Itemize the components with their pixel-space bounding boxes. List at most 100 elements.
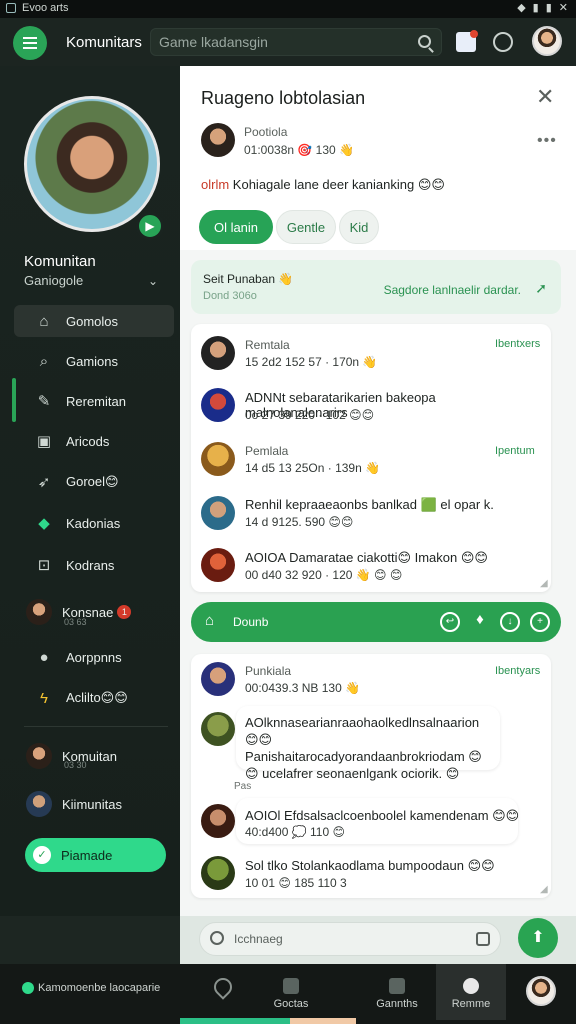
box-icon: ⊡: [37, 557, 51, 574]
post-text: olrlm Kohiagale lane deer kanianking 😊😊: [201, 177, 445, 192]
poster-meta: 01:0038n 🎯 130 👋: [244, 143, 354, 157]
message-avatar: [201, 856, 235, 890]
monitor-icon: ▣: [36, 433, 52, 450]
message-input[interactable]: Icchnaeg: [199, 922, 501, 956]
user-avatar: [26, 743, 52, 769]
bell-icon: ✎: [37, 393, 51, 410]
alert-badge: 1: [117, 605, 132, 619]
message-author: Pemlala: [245, 444, 289, 458]
card-icon: [283, 978, 299, 994]
sidebar-user-1[interactable]: Kiimunitas: [14, 784, 174, 824]
message-tag[interactable]: Ibentyars: [495, 665, 540, 677]
resize-handle-icon[interactable]: ◢: [540, 884, 548, 895]
chip-2[interactable]: Kid: [339, 210, 379, 244]
message-avatar: [201, 712, 235, 746]
battery-icon: ▮: [545, 2, 552, 14]
message-avatar: [201, 336, 235, 370]
sidebar-item-4[interactable]: ➶ Goroel😊: [14, 466, 174, 498]
add-icon[interactable]: +: [530, 612, 550, 632]
message-text: AOIOA Damaratae ciakotti😊 Imakon 😊😊: [245, 550, 488, 565]
reply-icon[interactable]: ↩: [440, 612, 460, 632]
message-author: Punkiala: [245, 664, 292, 678]
status-bar: Evoo arts ◆ ▮ ▮ ✕: [0, 0, 576, 18]
play-badge-icon[interactable]: ▶: [136, 212, 164, 240]
app-title: Komunitars: [66, 34, 142, 51]
color-strip: [290, 1018, 356, 1024]
tab-2[interactable]: Remme: [446, 978, 496, 1010]
message-tag[interactable]: Ibentxers: [495, 338, 540, 350]
sidebar-item-0[interactable]: ⌂ Gomolos: [14, 305, 174, 337]
search-field[interactable]: Game lkadansgin: [150, 28, 442, 56]
pinned-banner[interactable]: Seit Punaban 👋 Dond 306o Sagdore lanlnae…: [191, 260, 561, 314]
promo-button[interactable]: ✓ Piamade: [25, 838, 166, 872]
check-icon: ✓: [33, 846, 51, 864]
lock-icon: ⌂: [205, 612, 215, 629]
sidebar-item-6[interactable]: ⊡ Kodrans: [14, 549, 174, 581]
sidebar-item-7[interactable]: Konsnae 1: [14, 592, 174, 632]
message-meta: 00 d40 32 920 · 120 👋 😊 😊: [245, 568, 403, 582]
sidebar-item-3[interactable]: ▣ Aricods: [14, 425, 174, 457]
search-icon: ⌕: [39, 352, 49, 370]
sidebar-item-8[interactable]: ● Aorppnns: [14, 641, 174, 673]
close-icon[interactable]: ✕: [536, 84, 554, 110]
gamepad-icon: ◆: [38, 515, 50, 532]
online-dot: [22, 982, 34, 994]
message-avatar: [201, 442, 235, 476]
send-button[interactable]: ⬆: [518, 918, 558, 958]
pinned-sub: Dond 306o: [203, 290, 257, 302]
chip-1[interactable]: Gentle: [276, 210, 336, 244]
message-meta: 15 2d2 152 57 · 170n 👋: [245, 355, 378, 369]
status-right-text: ✕: [558, 2, 568, 14]
app-icon: [6, 3, 16, 13]
thread-title: Ruageno lobtolasian: [201, 88, 366, 108]
message-meta: 14 d 9125. 590 😊😊: [245, 515, 354, 529]
tab-0[interactable]: Goctas: [266, 978, 316, 1010]
sidebar-user-0[interactable]: Komuitan: [14, 736, 174, 776]
rocket-icon: ➶: [37, 474, 51, 491]
tab-1[interactable]: Gannths: [372, 978, 422, 1010]
lightning-icon: ϟ: [40, 689, 48, 707]
bottom-status-text: Kamomoenbe laocaparie: [38, 982, 161, 994]
user-avatar: [26, 791, 52, 817]
sidebar-item-5[interactable]: ◆ Kadonias: [14, 507, 174, 539]
chevron-down-icon[interactable]: ⌄: [148, 274, 158, 288]
message-tag[interactable]: Ipentum: [495, 445, 535, 457]
message-avatar: [201, 804, 235, 838]
profile-avatar[interactable]: [532, 26, 562, 56]
emoji-icon[interactable]: [210, 931, 224, 945]
message-meta: 0o 27 39 220 · 102 😊😊: [245, 408, 375, 422]
sidebar-footer: [0, 916, 180, 964]
bottom-avatar[interactable]: [526, 976, 556, 1006]
message-text: Sol tlko Stolankaodlama bumpoodaun 😊😊: [245, 858, 495, 873]
sidebar-item-9[interactable]: ϟ Aclilto😊😊: [14, 682, 174, 714]
pinned-action[interactable]: Sagdore lanlnaelir dardar.: [384, 283, 521, 297]
message-avatar: [201, 548, 235, 582]
poster-avatar: [201, 123, 235, 157]
arrow-icon[interactable]: ➚: [535, 280, 547, 297]
download-icon[interactable]: ↓: [500, 612, 520, 632]
action-bar-label: Dounb: [233, 615, 269, 629]
sidebar-user-0-sub: 03 30: [64, 760, 87, 770]
wifi-icon: ◆: [517, 2, 526, 14]
message-text: AOIOl Efdsalsaclcoenboolel kamendenam 😊😊: [245, 808, 520, 823]
notification-dot: [470, 30, 478, 38]
sidebar-name: Komunitan: [24, 253, 96, 270]
chip-0[interactable]: Ol lanin: [199, 210, 273, 244]
message-meta: Pas: [234, 781, 252, 792]
color-strip: [180, 1018, 290, 1024]
bird-icon[interactable]: ♦: [470, 612, 490, 632]
message-author: Remtala: [245, 338, 290, 352]
profile-hero-image: [24, 96, 160, 232]
sidebar-item-2[interactable]: ✎ Reremitan: [14, 385, 174, 417]
search-icon[interactable]: [418, 35, 431, 48]
profile-icon: [463, 978, 479, 994]
history-icon[interactable]: [493, 32, 513, 52]
more-icon[interactable]: •••: [537, 132, 557, 150]
resize-handle-icon[interactable]: ◢: [540, 578, 548, 589]
poster-name: Pootiola: [244, 125, 288, 139]
sidebar-item-7-sub: 03 63: [64, 617, 87, 627]
message-meta: 10 01 😊 185 110 3: [245, 876, 347, 890]
menu-button[interactable]: [13, 26, 47, 60]
attach-icon[interactable]: [476, 932, 490, 946]
sidebar-item-1[interactable]: ⌕ Gamions: [14, 345, 174, 377]
